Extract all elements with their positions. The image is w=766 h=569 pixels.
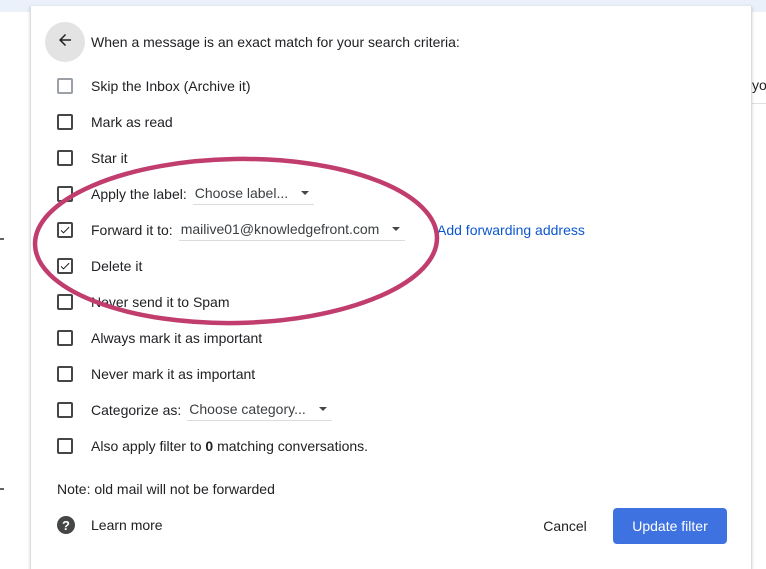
label-prefix: Also apply filter to [91,438,206,454]
mark-as-read-checkbox[interactable] [57,114,73,130]
option-label: Never mark it as important [91,366,256,382]
select-value: Choose label... [194,185,289,201]
help-icon[interactable]: ? [57,516,75,534]
update-filter-button[interactable]: Update filter [613,508,727,544]
label-suffix: matching conversations. [213,438,369,454]
option-label: Star it [91,150,128,166]
option-label: Forward it to: [91,222,173,238]
option-delete-it: Delete it [57,254,142,278]
select-value: mailive01@knowledgefront.com [180,221,380,237]
add-forwarding-address-link[interactable]: Add forwarding address [437,222,585,238]
option-apply-label: Apply the label: Choose label... [57,182,315,206]
option-label: Skip the Inbox (Archive it) [91,78,251,94]
option-never-important: Never mark it as important [57,362,255,386]
filter-actions-dialog: When a message is an exact match for you… [30,6,752,569]
skip-inbox-checkbox[interactable] [57,78,73,94]
arrow-left-icon [56,31,74,54]
background-text: yo [752,77,766,93]
option-categorize: Categorize as: Choose category... [57,398,332,422]
option-label: Apply the label: [91,186,187,202]
option-skip-inbox: Skip the Inbox (Archive it) [57,74,251,98]
forward-address-select[interactable]: mailive01@knowledgefront.com [178,219,406,241]
categorize-checkbox[interactable] [57,402,73,418]
checkmark-icon [60,226,70,234]
checkmark-icon [60,262,70,270]
option-never-spam: Never send it to Spam [57,290,230,314]
category-select[interactable]: Choose category... [187,399,332,421]
label-select[interactable]: Choose label... [192,183,315,205]
option-label: Never send it to Spam [91,294,230,310]
option-label: Also apply filter to 0 matching conversa… [91,438,368,454]
background-mark [0,238,4,240]
always-important-checkbox[interactable] [57,330,73,346]
forward-it-checkbox[interactable] [57,222,73,238]
never-important-checkbox[interactable] [57,366,73,382]
option-always-important: Always mark it as important [57,326,262,350]
background-divider [752,103,766,104]
option-forward-it: Forward it to: mailive01@knowledgefront.… [57,218,406,242]
option-apply-to-matching: Also apply filter to 0 matching conversa… [57,434,368,458]
apply-to-matching-checkbox[interactable] [57,438,73,454]
option-mark-as-read: Mark as read [57,110,173,134]
back-button[interactable] [45,22,85,62]
option-label: Mark as read [91,114,173,130]
select-value: Choose category... [189,401,306,417]
learn-more-link[interactable]: Learn more [91,517,163,533]
dropdown-caret-icon [300,185,310,201]
option-star-it: Star it [57,146,128,170]
dropdown-caret-icon [391,221,401,237]
option-label: Delete it [91,258,143,274]
cancel-button[interactable]: Cancel [527,508,603,544]
option-label: Categorize as: [91,402,182,418]
apply-label-checkbox[interactable] [57,186,73,202]
option-label: Always mark it as important [91,330,263,346]
background-mark [0,488,4,490]
dialog-header: When a message is an exact match for you… [91,34,460,50]
dropdown-caret-icon [318,401,328,417]
delete-it-checkbox[interactable] [57,258,73,274]
star-it-checkbox[interactable] [57,150,73,166]
forwarding-note: Note: old mail will not be forwarded [57,481,275,497]
never-spam-checkbox[interactable] [57,294,73,310]
